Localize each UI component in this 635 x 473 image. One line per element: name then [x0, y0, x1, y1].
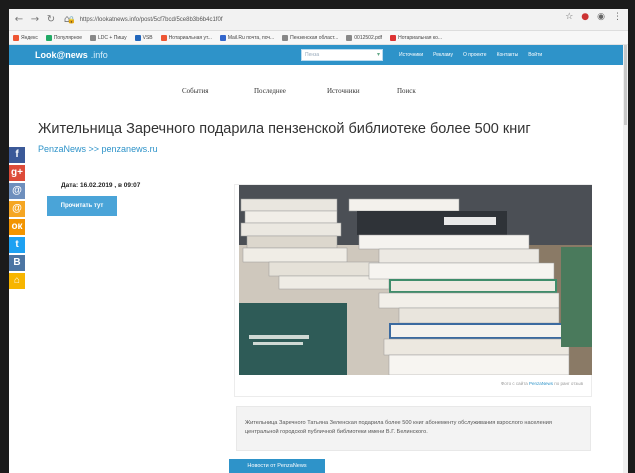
bookmark-item[interactable]: Нотариальная ко...	[390, 34, 443, 41]
twitter-icon[interactable]: t	[9, 237, 25, 253]
bookmark-item[interactable]: VSB	[134, 34, 153, 41]
bookmark-item[interactable]: Пензенская област...	[282, 34, 339, 41]
bookmark-favicon-icon	[390, 34, 397, 41]
bookmark-favicon-icon	[13, 34, 19, 41]
bookmark-label: Яндекс	[21, 34, 38, 41]
address-bar: ← → ↻ ⌂ 🔒 https://lookatnews.info/post/5…	[9, 9, 628, 31]
bookmark-item[interactable]: Mail.Ru почта, поч...	[219, 34, 275, 41]
bookmark-favicon-icon	[160, 34, 167, 41]
site-header: Look@news.info Пенза Источники Рекламу О п…	[9, 45, 628, 65]
back-icon[interactable]: ←	[13, 13, 25, 27]
read-here-button[interactable]: Прочитать тут	[47, 196, 117, 216]
page-scrollbar[interactable]	[623, 45, 628, 473]
home-icon[interactable]: ⌂	[9, 273, 25, 289]
mail-icon[interactable]: @	[9, 201, 25, 217]
scrollbar-thumb[interactable]	[624, 45, 627, 125]
menu-item[interactable]: Поиск	[397, 87, 416, 95]
lock-icon: 🔒	[67, 16, 76, 24]
header-link[interactable]: Источники	[399, 52, 423, 58]
google-plus-icon[interactable]: g+	[9, 165, 25, 181]
menu-item[interactable]: Последнее	[254, 87, 286, 95]
bookmark-item[interactable]: Нотариальная ут...	[160, 34, 212, 41]
bookmark-label: Популярное	[53, 34, 83, 41]
facebook-icon[interactable]: f	[9, 147, 25, 163]
bookmarks-bar: Яндекс Популярное LDC + Пишу VSB Нотариальна…	[9, 31, 628, 45]
bookmark-item[interactable]: Популярное	[45, 34, 83, 41]
bookmark-favicon-icon	[45, 34, 52, 41]
browser-actions: ☆ ● ◉ ⋮	[565, 12, 622, 22]
site-search-select[interactable]: Пенза	[301, 49, 383, 61]
bookmark-label: 0012502.pdf	[354, 34, 383, 41]
extension-icon[interactable]: ●	[581, 12, 589, 22]
profile-icon[interactable]: ◉	[597, 12, 605, 22]
star-icon[interactable]: ☆	[565, 12, 573, 22]
bookmark-label: Пензенская област...	[290, 34, 339, 41]
bookmark-label: Нотариальная ут...	[168, 34, 212, 41]
header-link[interactable]: Войти	[528, 52, 542, 58]
reload-icon[interactable]: ↻	[45, 13, 57, 27]
header-link[interactable]: Рекламу	[433, 52, 453, 58]
browser-window: ← → ↻ ⌂ 🔒 https://lookatnews.info/post/5…	[9, 9, 628, 473]
myworld-icon[interactable]: @	[9, 183, 25, 199]
bookmark-favicon-icon	[219, 34, 226, 41]
article-source-link[interactable]: PenzaNews >> penzanews.ru	[38, 144, 158, 154]
bookmark-item[interactable]: Яндекс	[13, 34, 38, 41]
site-logo[interactable]: Look@news .info	[35, 50, 108, 60]
url-field[interactable]: 🔒 https://lookatnews.info/post/5cf7bcd/5…	[67, 13, 543, 27]
more-news-button[interactable]: Новости от PenzaNews	[229, 459, 325, 473]
photo-caption: Фото с сайта PenzaNews по ранг отзыв	[500, 381, 583, 386]
vk-icon[interactable]: В	[9, 255, 25, 271]
bookmark-item[interactable]: LDC + Пишу	[90, 34, 127, 41]
forward-icon[interactable]: →	[29, 13, 41, 27]
article-date: Дата: 16.02.2019 , в 09:07	[61, 182, 141, 189]
menu-item[interactable]: Источники	[327, 87, 360, 95]
bookmark-favicon-icon	[282, 34, 289, 41]
header-link[interactable]: Контакты	[497, 52, 519, 58]
url-text: https://lookatnews.info/post/5cf7bcd/5ce…	[79, 17, 223, 23]
bookmark-label: LDC + Пишу	[98, 34, 127, 41]
header-link[interactable]: О проекте	[463, 52, 487, 58]
odnoklassniki-icon[interactable]: ок	[9, 219, 25, 235]
article-title: Жительница Заречного подарила пензенской…	[38, 121, 531, 137]
bookmark-item[interactable]: 0012502.pdf	[346, 34, 383, 41]
header-links: Источники Рекламу О проекте Контакты Войти	[399, 45, 542, 65]
article-description: Жительница Заречного Татьяна Зеленская п…	[236, 406, 591, 451]
bookmark-favicon-icon	[346, 34, 353, 41]
menu-item[interactable]: События	[182, 87, 208, 95]
article-photo-card: Фото с сайта PenzaNews по ранг отзыв	[234, 184, 592, 397]
bookmark-label: Mail.Ru почта, поч...	[227, 34, 275, 41]
bookmark-favicon-icon	[134, 34, 141, 41]
bookmark-favicon-icon	[90, 34, 97, 41]
book-stack-photo	[239, 185, 592, 375]
main-menu: События Последнее Источники Поиск	[9, 87, 628, 101]
monitor-frame: ← → ↻ ⌂ 🔒 https://lookatnews.info/post/5…	[0, 0, 635, 473]
menu-dots-icon[interactable]: ⋮	[613, 12, 622, 22]
bookmark-label: VSB	[142, 34, 153, 41]
social-share-bar: f g+ @ @ ок t В ⌂	[9, 147, 27, 291]
bookmark-label: Нотариальная ко...	[398, 34, 443, 41]
